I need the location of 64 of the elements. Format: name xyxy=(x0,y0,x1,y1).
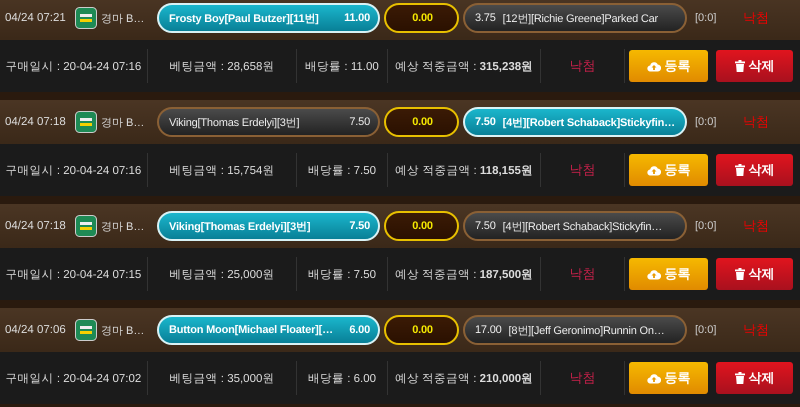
trash-icon xyxy=(734,372,744,384)
draw-option[interactable]: 0.00 xyxy=(384,3,459,33)
result-status: 낙첨 xyxy=(743,9,769,27)
cloud-upload-icon xyxy=(646,268,660,280)
expected-payout: 예상 적중금액 : 315,238원 xyxy=(394,60,534,74)
expected-payout: 예상 적중금액 : 118,155원 xyxy=(395,164,533,178)
delete-button[interactable]: 삭제 xyxy=(716,258,793,290)
draw-option[interactable]: 0.00 xyxy=(384,315,459,345)
cloud-upload-icon xyxy=(646,60,660,72)
away-option[interactable]: 7.50 [4번][Robert Schaback]Stickyfin… xyxy=(463,107,687,137)
odds-rate: 배당률 : 7.50 xyxy=(308,164,376,178)
result-status: 낙첨 xyxy=(570,369,596,387)
bet-time: 04/24 07:06 xyxy=(5,324,67,336)
logo-icon xyxy=(75,7,97,29)
cloud-upload-icon xyxy=(646,372,660,384)
bet-amount: 베팅금액 : 15,754원 xyxy=(170,164,274,178)
bet-amount: 베팅금액 : 35,000원 xyxy=(170,372,274,386)
purchase-time: 구매일시 : 20-04-24 07:16 xyxy=(6,60,142,74)
purchase-time: 구매일시 : 20-04-24 07:02 xyxy=(6,372,142,386)
game-name: 경마 B… xyxy=(101,220,146,234)
bet-amount: 베팅금액 : 28,658원 xyxy=(170,60,274,74)
result-status: 낙첨 xyxy=(570,57,596,75)
purchase-time: 구매일시 : 20-04-24 07:16 xyxy=(6,164,142,178)
result-status: 낙첨 xyxy=(570,161,596,179)
expected-payout: 예상 적중금액 : 187,500원 xyxy=(394,268,534,282)
home-option[interactable]: Viking[Thomas Erdelyi][3번] 7.50 xyxy=(157,107,380,137)
game-name: 경마 B… xyxy=(101,12,146,26)
away-option[interactable]: 17.00 [8번][Jeff Geronimo]Runnin On… xyxy=(463,315,687,345)
score: [0:0] xyxy=(695,324,718,336)
logo-icon xyxy=(75,215,97,237)
result-status: 낙첨 xyxy=(743,321,769,339)
expected-payout: 예상 적중금액 : 210,000원 xyxy=(394,372,534,386)
game-name: 경마 B… xyxy=(101,116,146,130)
score: [0:0] xyxy=(695,116,718,128)
bet-time: 04/24 07:18 xyxy=(5,116,67,128)
home-option[interactable]: Button Moon[Michael Floater][… 6.00 xyxy=(157,315,380,345)
delete-button[interactable]: 삭제 xyxy=(716,50,793,82)
result-status: 낙첨 xyxy=(743,113,769,131)
draw-option[interactable]: 0.00 xyxy=(384,211,459,241)
score: [0:0] xyxy=(695,12,718,24)
bet-amount: 베팅금액 : 25,000원 xyxy=(170,268,274,282)
home-option[interactable]: Frosty Boy[Paul Butzer][11번] 11.00 xyxy=(157,3,380,33)
away-option[interactable]: 3.75 [12번][Richie Greene]Parked Car xyxy=(463,3,687,33)
result-status: 낙첨 xyxy=(743,217,769,235)
purchase-time: 구매일시 : 20-04-24 07:15 xyxy=(6,268,142,282)
trash-icon xyxy=(734,60,744,72)
score: [0:0] xyxy=(695,220,718,232)
draw-option[interactable]: 0.00 xyxy=(384,107,459,137)
cloud-upload-icon xyxy=(646,164,660,176)
odds-rate: 배당률 : 11.00 xyxy=(305,60,379,74)
result-status: 낙첨 xyxy=(570,265,596,283)
logo-icon xyxy=(75,111,97,133)
game-name: 경마 B… xyxy=(101,324,146,338)
away-option[interactable]: 7.50 [4번][Robert Schaback]Stickyfin… xyxy=(463,211,687,241)
delete-button[interactable]: 삭제 xyxy=(716,154,793,186)
bet-time: 04/24 07:18 xyxy=(5,220,67,232)
odds-rate: 배당률 : 6.00 xyxy=(308,372,376,386)
delete-button[interactable]: 삭제 xyxy=(716,362,793,394)
trash-icon xyxy=(734,268,744,280)
trash-icon xyxy=(734,164,744,176)
logo-icon xyxy=(75,319,97,341)
home-option[interactable]: Viking[Thomas Erdelyi][3번] 7.50 xyxy=(157,211,380,241)
odds-rate: 배당률 : 7.50 xyxy=(308,268,376,282)
bet-time: 04/24 07:21 xyxy=(5,12,67,24)
